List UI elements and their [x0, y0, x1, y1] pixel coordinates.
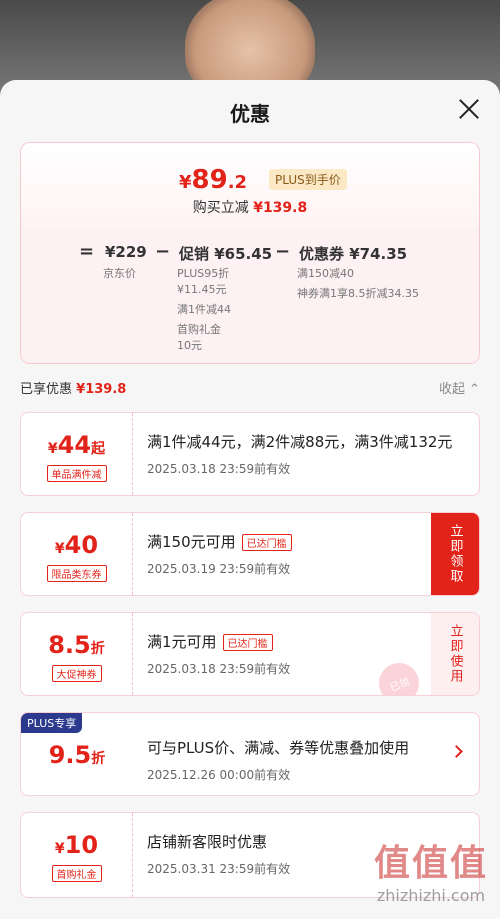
- sheet-title: 优惠: [230, 102, 270, 126]
- instant-save-line: 购买立减 ¥139.8: [21, 197, 479, 217]
- coupon-condition: 可与PLUS价、满减、券等优惠叠加使用: [147, 739, 410, 757]
- coupon-type-tag: 首购礼金: [51, 865, 102, 882]
- collapse-button[interactable]: 收起 ⌃: [439, 378, 480, 397]
- promo-amount: 促销 ¥65.45: [179, 245, 273, 263]
- condition-text: 满150元可用: [147, 533, 236, 551]
- promo-first-gift: 首购礼金: [177, 323, 221, 336]
- threshold-met-badge: 已达门槛: [222, 634, 273, 651]
- minus-sign: −: [155, 241, 171, 262]
- watermark-logo: 值值值: [373, 843, 488, 884]
- promo-first-gift-amount: 10元: [177, 339, 202, 352]
- coupon-expiry: 2025.03.19 23:59前有效: [147, 562, 291, 576]
- discount-sheet: 优惠 ¥89.2 PLUS到手价 购买立减 ¥139.8 = ¥229 京东价 …: [0, 80, 500, 919]
- jd-price-label: 京东价: [103, 267, 136, 280]
- coupon-body: 满150元可用 已达门槛 2025.03.19 23:59前有效: [147, 531, 419, 577]
- price-summary-card: ¥89.2 PLUS到手价 购买立减 ¥139.8 = ¥229 京东价 − 促…: [20, 142, 480, 364]
- coupon-card: ¥40 限品类东券 满150元可用 已达门槛 2025.03.19 23:59前有…: [20, 512, 480, 596]
- coupon-type-tag: 大促神券: [51, 665, 102, 682]
- coupon-amount: ¥40: [21, 531, 132, 559]
- coupon-condition: 满1件减44元，满2件减88元，满3件减132元: [147, 433, 453, 451]
- shared-label: 已享优惠: [20, 382, 73, 397]
- final-price: ¥89.2: [179, 165, 247, 195]
- save-label: 购买立减: [192, 200, 249, 216]
- promo-full-reduction: 满1件减44: [177, 303, 231, 316]
- coupon-condition: 满1元可用 已达门槛: [147, 631, 419, 652]
- promo-plus95: PLUS95折: [177, 267, 230, 280]
- currency-symbol: ¥: [54, 841, 65, 857]
- save-amount: ¥139.8: [253, 200, 308, 216]
- coupon-number: 40: [64, 531, 99, 559]
- claim-button[interactable]: 立即领取: [431, 513, 479, 595]
- use-button[interactable]: 立即使用: [431, 613, 479, 695]
- watermark-text: zhizhizhi.com: [376, 886, 486, 905]
- coupon-amount: 9.5折: [21, 741, 133, 769]
- equals-sign: =: [79, 241, 95, 262]
- coupon-value: ¥44起 单品满件减: [21, 413, 133, 495]
- coupon-150-40: 满150减40: [297, 267, 354, 280]
- coupon-body: 可与PLUS价、满减、券等优惠叠加使用 2025.12.26 00:00前有效: [147, 737, 419, 783]
- shared-amount: ¥139.8: [76, 382, 127, 397]
- coupon-body: 满1元可用 已达门槛 2025.03.18 23:59前有效: [147, 631, 419, 677]
- sheet-header: 优惠: [0, 80, 500, 140]
- close-icon[interactable]: [456, 96, 482, 122]
- coupon-number: 10: [64, 831, 99, 859]
- coupon-value: ¥40 限品类东券: [21, 513, 133, 595]
- coupon-amount: ¥44起: [21, 431, 132, 459]
- coupon-number: 8.5: [48, 631, 91, 659]
- condition-text: 满1元可用: [147, 633, 217, 651]
- coupon-suffix: 折: [91, 751, 106, 767]
- coupon-value: 8.5折 大促神券: [21, 613, 133, 695]
- currency-symbol: ¥: [54, 541, 65, 557]
- promo-plus95-amount: ¥11.45元: [177, 283, 227, 296]
- coupon-condition: 满150元可用 已达门槛: [147, 531, 419, 552]
- coupon-type-tag: 单品满件减: [46, 465, 107, 482]
- coupon-amount: ¥10: [21, 831, 132, 859]
- currency-symbol: ¥: [47, 441, 58, 457]
- threshold-met-badge: 已达门槛: [241, 534, 292, 551]
- coupon-value: 9.5折: [21, 713, 133, 795]
- coupon-card[interactable]: ¥44起 单品满件减 满1件减44元，满2件减88元，满3件减132元 2025…: [20, 412, 480, 496]
- coupon-expiry: 2025.03.18 23:59前有效: [147, 462, 291, 476]
- plus-price-tag: PLUS到手价: [269, 169, 347, 190]
- coupon-number: 9.5: [48, 741, 92, 769]
- coupon-suffix: 起: [91, 441, 106, 457]
- coupon-card: 8.5折 大促神券 满1元可用 已达门槛 2025.03.18 23:59前有效 …: [20, 612, 480, 696]
- coupon-value: ¥10 首购礼金: [21, 813, 133, 897]
- jd-price: ¥229: [105, 243, 147, 261]
- price-integer: 89: [191, 165, 228, 195]
- coupon-body: 满1件减44元，满2件减88元，满3件减132元 2025.03.18 23:5…: [147, 431, 453, 477]
- site-watermark: 值值值 zhizhizhi.com: [374, 834, 488, 905]
- coupon-amount: 优惠券 ¥74.35: [299, 245, 408, 263]
- coupon-card[interactable]: PLUS专享 9.5折 可与PLUS价、满减、券等优惠叠加使用 2025.12.…: [20, 712, 480, 796]
- coupon-expiry: 2025.03.18 23:59前有效: [147, 662, 291, 676]
- coupon-amount: 8.5折: [21, 631, 132, 659]
- coupon-number: 44: [57, 431, 92, 459]
- shared-discount-row: 已享优惠 ¥139.8 收起 ⌃: [20, 378, 480, 398]
- coupon-super: 神券满1享8.5折减34.35: [297, 287, 419, 300]
- minus-sign: −: [275, 241, 291, 262]
- price-breakdown: = ¥229 京东价 − 促销 ¥65.45 PLUS95折 ¥11.45元 满…: [21, 229, 479, 363]
- currency-symbol: ¥: [179, 172, 192, 193]
- price-decimal: .2: [227, 172, 248, 193]
- final-price-section: ¥89.2 PLUS到手价 购买立减 ¥139.8: [21, 143, 479, 229]
- chevron-right-icon[interactable]: [450, 745, 463, 758]
- coupon-expiry: 2025.12.26 00:00前有效: [147, 768, 291, 782]
- coupon-suffix: 折: [90, 641, 105, 657]
- coupon-type-tag: 限品类东券: [46, 565, 107, 582]
